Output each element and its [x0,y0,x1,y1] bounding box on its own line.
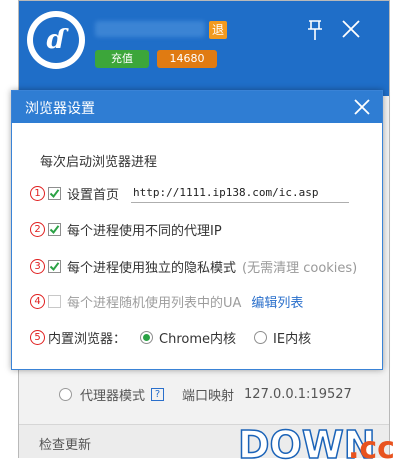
checkmark-icon [49,261,60,271]
pin-icon[interactable] [305,19,325,41]
port-mapping-label: 端口映射 [182,389,235,404]
app-logo: ɗ [27,11,85,69]
set-homepage-checkbox[interactable] [48,186,61,200]
random-ua-label: 每个进程随机使用列表中的UA [67,295,242,311]
set-homepage-label: 设置首页 [67,187,120,203]
homepage-url-input[interactable] [131,183,350,203]
private-mode-checkbox[interactable] [48,259,61,273]
dialog-title: 浏览器设置 [25,101,95,117]
section-title: 每次启动浏览器进程 [40,155,158,170]
private-mode-note: (无需清理 cookies) [242,260,358,276]
dialog-header: 浏览器设置 [12,91,382,123]
username-blurred [95,21,205,37]
option-private-mode: 3 每个进程使用独立的隐私模式 (无需清理 cookies) [30,256,357,276]
option-set-homepage: 1 设置首页 [30,183,350,203]
number-marker-4: 4 [30,293,45,309]
private-mode-label: 每个进程使用独立的隐私模式 [67,260,237,276]
proxy-mode-label: 代理器模式 [80,389,146,404]
watermark-suffix-text: .cc [348,431,395,466]
proxy-mode-radio[interactable] [59,388,72,401]
option-builtin-browser: 5 内置浏览器： Chrome内核 IE内核 [30,327,311,347]
logout-button[interactable]: 退 [209,21,227,39]
option-random-ua: 4 每个进程随机使用列表中的UA 编辑列表 [30,291,303,311]
port-mapping-value: 127.0.0.1:19527 [244,387,352,402]
number-marker-1: 1 [30,185,45,201]
ie-core-label: IE内核 [273,331,312,347]
checkmark-icon [49,224,60,234]
number-marker-3: 3 [30,258,45,274]
edit-list-link[interactable]: 编辑列表 [251,292,303,311]
different-proxy-checkbox[interactable] [48,222,61,236]
help-icon[interactable]: ? [151,388,165,401]
radio-selected-dot [143,333,151,341]
browser-settings-dialog: 浏览器设置 每次启动浏览器进程 1 设置首页 2 每个进程使用不同的代理IP 3… [11,90,383,370]
logo-icon: ɗ [33,17,79,63]
down-cc-watermark-logo: DOWN .cc [237,422,395,466]
chrome-core-radio[interactable] [140,330,154,344]
ie-core-radio[interactable] [254,330,268,344]
proxy-settings-row: 代理器模式 ? 端口映射 127.0.0.1:19527 [59,385,352,404]
different-proxy-label: 每个进程使用不同的代理IP [67,223,222,239]
close-icon[interactable] [341,19,361,39]
option-different-proxy: 2 每个进程使用不同的代理IP [30,219,222,239]
random-ua-checkbox[interactable] [48,294,61,308]
dialog-close-icon[interactable] [352,97,372,117]
app-header: ɗ 退 充值 14680 [19,1,389,96]
balance-badge: 14680 [157,50,217,68]
number-marker-5: 5 [30,329,45,345]
recharge-button[interactable]: 充值 [95,50,149,68]
check-update-link[interactable]: 检查更新 [39,434,91,453]
builtin-browser-label: 内置浏览器： [48,331,127,347]
number-marker-2: 2 [30,221,45,237]
checkmark-icon [49,188,60,198]
chrome-core-label: Chrome内核 [159,331,237,347]
